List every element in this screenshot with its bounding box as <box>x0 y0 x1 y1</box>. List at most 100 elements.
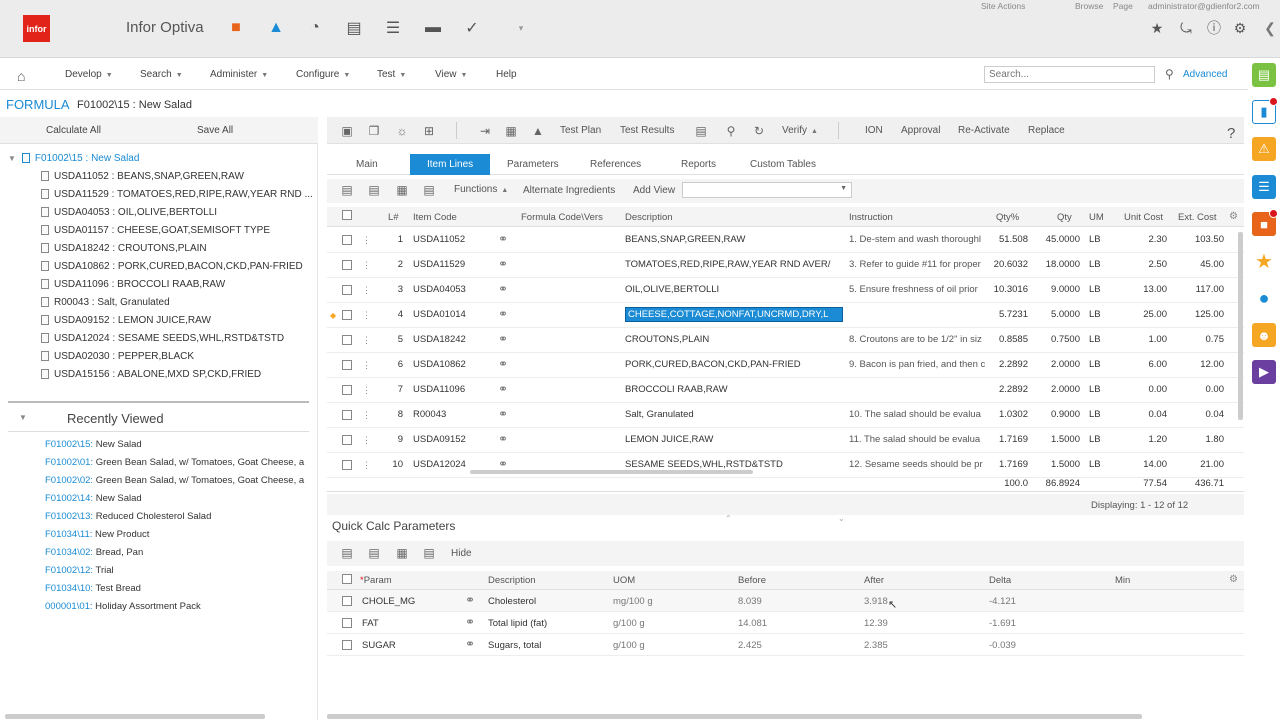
item-code[interactable]: USDA10862 <box>413 359 493 370</box>
col-unit-cost[interactable]: Unit Cost <box>1124 212 1163 223</box>
description[interactable]: LEMON JUICE,RAW <box>625 434 843 445</box>
hide-button[interactable]: Hide <box>451 548 472 559</box>
item-code[interactable]: USDA18242 <box>413 334 493 345</box>
col-item-code[interactable]: Item Code <box>413 212 457 223</box>
hierarchy-icon[interactable]: ▲ <box>531 124 545 138</box>
instruction[interactable]: 8. Croutons are to be 1/2" in siz <box>849 334 985 345</box>
instruction[interactable]: 5. Ensure freshness of oil prior <box>849 284 985 295</box>
left-scrollbar[interactable] <box>5 714 265 719</box>
quantity[interactable]: 2.0000 <box>1030 359 1080 370</box>
recent-item[interactable]: F01034\10: Test Bread <box>45 583 313 601</box>
tree-item[interactable]: USDA09152 : LEMON JUICE,RAW <box>41 311 325 329</box>
collapse-recent-icon[interactable]: ▼ <box>19 413 27 422</box>
tree-item[interactable]: R00043 : Salt, Granulated <box>41 293 325 311</box>
col-delta[interactable]: Delta <box>989 575 1011 586</box>
delete-param-icon[interactable]: ▦ <box>395 546 409 560</box>
advanced-search-link[interactable]: Advanced <box>1183 69 1227 80</box>
quantity[interactable]: 1.5000 <box>1030 434 1080 445</box>
unit-of-measure[interactable]: LB <box>1089 434 1109 445</box>
menu-help[interactable]: Help <box>496 69 517 80</box>
unit-of-measure[interactable]: LB <box>1089 234 1109 245</box>
description[interactable]: OIL,OLIVE,BERTOLLI <box>625 284 843 295</box>
link-icon[interactable]: ⚭ <box>498 457 508 471</box>
menu-search[interactable]: Search ▼ <box>140 69 183 80</box>
export-icon[interactable]: ▤ <box>422 183 436 197</box>
tree-item[interactable]: USDA11096 : BROCCOLI RAAB,RAW <box>41 275 325 293</box>
quantity[interactable]: 2.0000 <box>1030 384 1080 395</box>
col-description[interactable]: Description <box>625 212 673 223</box>
functions-menu[interactable]: Functions ▲ <box>454 184 508 195</box>
row-checkbox[interactable] <box>342 385 352 395</box>
approval-button[interactable]: Approval <box>901 125 940 136</box>
item-code[interactable]: USDA04053 <box>413 284 493 295</box>
col-instruction[interactable]: Instruction <box>849 212 893 223</box>
copy-icon[interactable]: ❐ <box>367 124 381 138</box>
more-chevron-icon[interactable]: ▾ <box>510 17 532 39</box>
drag-handle-icon[interactable]: ⋮ <box>362 435 371 446</box>
play-icon[interactable]: ▶ <box>1252 360 1276 384</box>
verify-button[interactable]: Verify ▲ <box>782 125 818 136</box>
chat-icon[interactable]: ☰ <box>1252 175 1276 199</box>
user-link[interactable]: administrator@gdienfor2.com <box>1148 1 1260 11</box>
tree-item[interactable]: USDA02030 : PEPPER,BLACK <box>41 347 325 365</box>
col-formula-code[interactable]: Formula Code\Vers <box>521 212 603 223</box>
instruction[interactable]: 9. Bacon is pan fried, and then c <box>849 359 985 370</box>
binoculars-icon[interactable]: ☼ <box>395 124 409 138</box>
quantity[interactable]: 1.5000 <box>1030 459 1080 470</box>
description[interactable]: TOMATOES,RED,RIPE,RAW,YEAR RND AVER/ <box>625 259 843 270</box>
quick-settings-icon[interactable]: ⚙ <box>1229 574 1238 585</box>
new-document-icon[interactable]: ⊞ <box>422 124 436 138</box>
menu-configure[interactable]: Configure ▼ <box>296 69 350 80</box>
tree-item[interactable]: USDA12024 : SESAME SEEDS,WHL,RSTD&TSTD <box>41 329 325 347</box>
item-code[interactable]: USDA11529 <box>413 259 493 270</box>
tree-item[interactable]: USDA04053 : OIL,OLIVE,BERTOLLI <box>41 203 325 221</box>
ion-button[interactable]: ION <box>865 125 883 136</box>
col-after[interactable]: After <box>864 575 884 586</box>
people-icon[interactable]: ☻ <box>1252 323 1276 347</box>
replace-button[interactable]: Replace <box>1028 125 1065 136</box>
column-settings-icon[interactable]: ⚙ <box>1229 211 1238 222</box>
recent-item[interactable]: F01002\15: New Salad <box>45 439 313 457</box>
recent-item[interactable]: F01034\11: New Product <box>45 529 313 547</box>
param-checkbox[interactable] <box>342 640 352 650</box>
expand-icon[interactable]: ▼ <box>8 154 16 163</box>
search-icon[interactable]: ⚲ <box>1165 67 1174 81</box>
unit-of-measure[interactable]: LB <box>1089 359 1109 370</box>
recent-item[interactable]: F01002\13: Reduced Cholesterol Salad <box>45 511 313 529</box>
flask-icon[interactable]: ▲ <box>265 17 287 39</box>
menu-test[interactable]: Test ▼ <box>377 69 406 80</box>
link-icon[interactable]: ⚭ <box>498 257 508 271</box>
quantity[interactable]: 18.0000 <box>1030 259 1080 270</box>
select-all-checkbox[interactable] <box>342 210 352 220</box>
indent-icon[interactable]: ⇥ <box>478 124 492 138</box>
unit-of-measure[interactable]: LB <box>1089 334 1109 345</box>
item-code[interactable]: USDA12024 <box>413 459 493 470</box>
quantity[interactable]: 0.7500 <box>1030 334 1080 345</box>
bottom-scrollbar[interactable] <box>327 714 1142 719</box>
tab-item-lines[interactable]: Item Lines <box>410 154 491 175</box>
calculate-all-button[interactable]: Calculate All <box>46 125 101 136</box>
unit-of-measure[interactable]: LB <box>1089 384 1109 395</box>
splitter-down-icon[interactable]: ⌄ <box>838 514 845 523</box>
link-icon[interactable]: ⚭ <box>498 382 508 396</box>
col-param-description[interactable]: Description <box>488 575 536 586</box>
item-code[interactable]: USDA11096 <box>413 384 493 395</box>
insert-param-icon[interactable]: ▤ <box>367 546 381 560</box>
item-code[interactable]: R00043 <box>413 409 493 420</box>
row-checkbox[interactable] <box>342 285 352 295</box>
param-checkbox[interactable] <box>342 618 352 628</box>
row-checkbox[interactable] <box>342 310 352 320</box>
list-icon[interactable]: ☰ <box>382 17 404 39</box>
recent-item[interactable]: F01002\14: New Salad <box>45 493 313 511</box>
tab-parameters[interactable]: Parameters <box>490 154 576 175</box>
help-icon[interactable]: ? <box>1227 125 1235 142</box>
quantity[interactable]: 0.9000 <box>1030 409 1080 420</box>
tab-main[interactable]: Main <box>339 154 395 175</box>
workflow-icon[interactable]: ✓ <box>461 17 483 39</box>
item-code[interactable]: USDA11052 <box>413 234 493 245</box>
reactivate-button[interactable]: Re-Activate <box>958 125 1010 136</box>
magnifier-icon[interactable]: ⚲ <box>724 124 738 138</box>
folder-icon[interactable]: ▬ <box>422 17 444 39</box>
site-actions-link[interactable]: Site Actions <box>981 1 1025 11</box>
row-checkbox[interactable] <box>342 435 352 445</box>
